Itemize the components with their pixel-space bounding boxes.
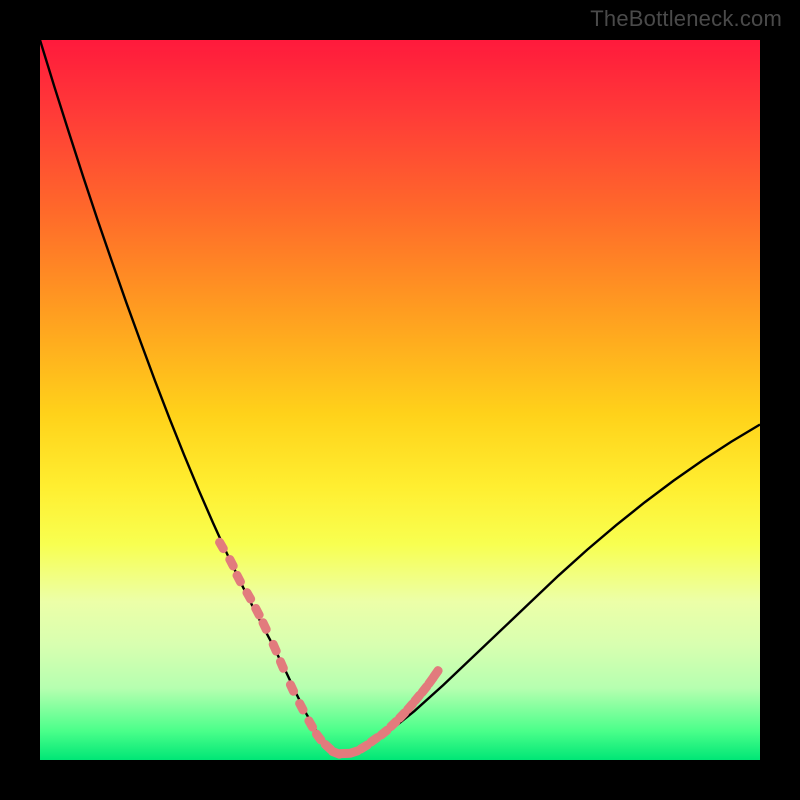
plot-area <box>40 40 760 760</box>
bottleneck-curve <box>40 40 760 754</box>
marker-point <box>231 569 246 587</box>
marker-group <box>214 536 445 760</box>
chart-frame: TheBottleneck.com <box>0 0 800 800</box>
curve-svg <box>40 40 760 760</box>
marker-point <box>224 554 239 572</box>
watermark-label: TheBottleneck.com <box>590 6 782 32</box>
